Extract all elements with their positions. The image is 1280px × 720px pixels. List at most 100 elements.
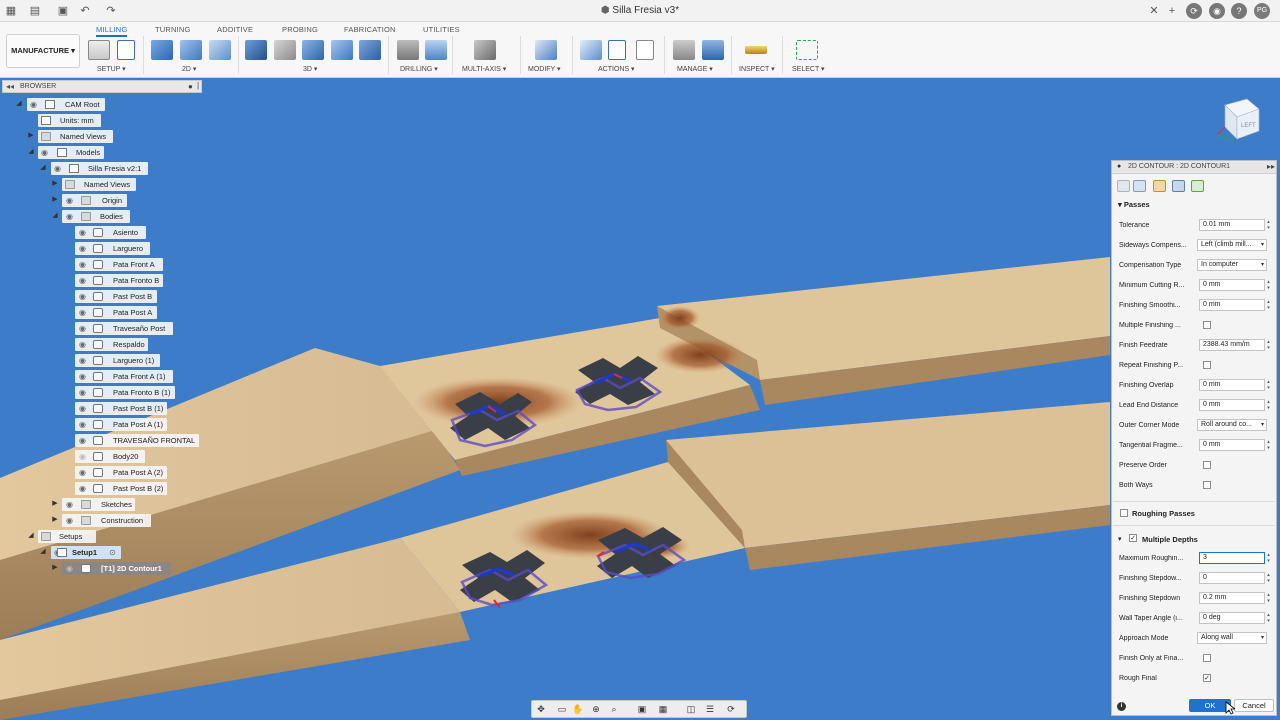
- roughing-passes-checkbox[interactable]: [1120, 509, 1128, 517]
- spinner-icon[interactable]: ▴ ▾: [1266, 612, 1271, 624]
- visibility-eye-icon[interactable]: ◉: [78, 228, 87, 237]
- 3d-pocket-icon[interactable]: [274, 40, 296, 60]
- expand-arrow-icon[interactable]: ▶: [50, 563, 60, 573]
- approach-dropdown[interactable]: Along wall ▾: [1197, 632, 1267, 644]
- tree-node-cam-root[interactable]: ◢ ◉ CAM Root: [0, 98, 210, 111]
- spinner-icon[interactable]: ▴ ▾: [1266, 399, 1271, 411]
- spinner-icon[interactable]: ▴ ▾: [1266, 279, 1271, 291]
- tab-turning[interactable]: TURNING: [155, 25, 191, 34]
- expand-dialog-icon[interactable]: ▸▸: [1267, 162, 1275, 171]
- max-rough-input[interactable]: 3: [1199, 552, 1265, 564]
- collapse-arrow-icon[interactable]: ◢: [14, 99, 24, 109]
- tree-node-b6[interactable]: ◉ Pata Post A: [0, 306, 210, 319]
- collapse-arrow-icon[interactable]: ◢: [26, 531, 36, 541]
- info-icon[interactable]: i: [1117, 702, 1126, 711]
- spinner-icon[interactable]: ▴ ▾: [1266, 339, 1271, 351]
- expand-arrow-icon[interactable]: ▶: [50, 179, 60, 189]
- outer-corner-dropdown[interactable]: Roll around co... ▾: [1197, 419, 1267, 431]
- expand-arrow-icon[interactable]: ▶: [50, 499, 60, 509]
- tree-node-units[interactable]: Units: mm: [0, 114, 210, 127]
- tangential-input[interactable]: 0 mm: [1199, 439, 1265, 451]
- visibility-eye-icon[interactable]: ◉: [78, 340, 87, 349]
- tree-node-b16[interactable]: ◉ Pata Post A (2): [0, 466, 210, 479]
- tree-node-sketches[interactable]: ▶ ◉ Sketches: [0, 498, 210, 511]
- collapse-arrow-icon[interactable]: ◢: [38, 163, 48, 173]
- rough-final-checkbox[interactable]: ✓: [1203, 674, 1211, 682]
- fin-overlap-input[interactable]: 0 mm: [1199, 379, 1265, 391]
- tree-node-setup1[interactable]: ◢◉Setup1⊙: [0, 546, 210, 559]
- finish-only-checkbox[interactable]: [1203, 654, 1211, 662]
- sideways-dropdown[interactable]: Left (climb mill... ▾: [1197, 239, 1267, 251]
- expand-arrow-icon[interactable]: ▶: [26, 131, 36, 141]
- visibility-eye-icon[interactable]: ◉: [78, 404, 87, 413]
- group-label-setup[interactable]: SETUP ▾: [97, 65, 126, 73]
- machine-library-icon[interactable]: [702, 40, 724, 60]
- view-cube[interactable]: LEFT: [1213, 95, 1263, 145]
- group-label-drilling[interactable]: DRILLING ▾: [400, 65, 438, 73]
- group-label-actions[interactable]: ACTIONS ▾: [598, 65, 635, 73]
- grid-settings-icon[interactable]: ▦: [657, 704, 669, 715]
- visibility-eye-icon[interactable]: ◉: [78, 292, 87, 301]
- g-code-icon[interactable]: [117, 40, 135, 60]
- tree-node-setups[interactable]: ◢ Setups: [0, 530, 210, 543]
- look-at-icon[interactable]: ▭: [556, 704, 568, 715]
- tree-node-named-views-2[interactable]: ▶ Named Views: [0, 178, 210, 191]
- both-ways-checkbox[interactable]: [1203, 481, 1211, 489]
- collapse-depths-icon[interactable]: ▾: [1118, 535, 1122, 543]
- workspace-switcher[interactable]: MANUFACTURE ▾: [6, 34, 80, 68]
- visibility-eye-icon[interactable]: ◉: [29, 100, 38, 109]
- tab-fabrication[interactable]: FABRICATION: [344, 25, 396, 34]
- spinner-icon[interactable]: ▴ ▾: [1266, 379, 1271, 391]
- tree-node-origin[interactable]: ▶ ◉ Origin: [0, 194, 210, 207]
- tree-node-named-views[interactable]: ▶ Named Views: [0, 130, 210, 143]
- fit-icon[interactable]: ⌕: [608, 704, 620, 715]
- fin-smooth-input[interactable]: 0 mm: [1199, 299, 1265, 311]
- tab-additive[interactable]: ADDITIVE: [217, 25, 253, 34]
- multi-fin-checkbox[interactable]: [1203, 321, 1211, 329]
- browser-header[interactable]: ◂◂ BROWSER ● |: [2, 80, 202, 93]
- job-status-icon[interactable]: ◉: [1209, 3, 1225, 19]
- 2d-adaptive-icon[interactable]: [151, 40, 173, 60]
- tree-node-b15[interactable]: ◉ Body20: [0, 450, 210, 463]
- tree-node-b7[interactable]: ◉ Travesaño Post: [0, 322, 210, 335]
- group-label-select[interactable]: SELECT ▾: [792, 65, 825, 73]
- visibility-eye-icon[interactable]: ◉: [78, 484, 87, 493]
- fin-feed-input[interactable]: 2388.43 mm/m: [1199, 339, 1265, 351]
- passes-tab-icon[interactable]: [1172, 180, 1185, 192]
- collapse-arrow-icon[interactable]: ◢: [26, 147, 36, 157]
- spinner-icon[interactable]: ▴ ▾: [1266, 219, 1271, 231]
- help-icon[interactable]: ?: [1231, 3, 1247, 19]
- linking-tab-icon[interactable]: [1191, 180, 1204, 192]
- spinner-icon[interactable]: ▴ ▾: [1266, 439, 1271, 451]
- geometry-tab-icon[interactable]: [1133, 180, 1146, 192]
- expand-arrow-icon[interactable]: ▶: [50, 195, 60, 205]
- select-window-icon[interactable]: [796, 40, 818, 60]
- min-cut-input[interactable]: 0 mm: [1199, 279, 1265, 291]
- visibility-eye-icon[interactable]: ◉: [78, 420, 87, 429]
- visibility-eye-icon[interactable]: ◉: [40, 148, 49, 157]
- setup-folder-icon[interactable]: [88, 40, 110, 60]
- activate-setup-icon[interactable]: ⊙: [108, 548, 117, 557]
- visibility-eye-icon[interactable]: ◉: [78, 324, 87, 333]
- 3d-parallel-icon[interactable]: [302, 40, 324, 60]
- 3d-adaptive-icon[interactable]: [245, 40, 267, 60]
- comp-type-dropdown[interactable]: In computer ▾: [1197, 259, 1267, 271]
- tree-node-b8[interactable]: ◉ Respaldo: [0, 338, 210, 351]
- tab-milling[interactable]: MILLING: [96, 25, 128, 37]
- tool-tab-icon[interactable]: [1117, 180, 1130, 192]
- group-label-manage[interactable]: MANAGE ▾: [677, 65, 713, 73]
- spinner-icon[interactable]: ▴ ▾: [1266, 592, 1271, 604]
- close-tab-icon[interactable]: ✕: [1147, 4, 1161, 18]
- tree-node-b3[interactable]: ◉ Pata Front A: [0, 258, 210, 271]
- tree-node-construction[interactable]: ▶ ◉ Construction: [0, 514, 210, 527]
- visibility-eye-icon[interactable]: ◉: [78, 244, 87, 253]
- collapse-arrow-icon[interactable]: ◢: [38, 547, 48, 557]
- user-avatar[interactable]: PG: [1254, 3, 1270, 19]
- cancel-button[interactable]: Cancel: [1234, 699, 1274, 712]
- tree-node-b13[interactable]: ◉ Pata Post A (1): [0, 418, 210, 431]
- tool-library-icon[interactable]: [673, 40, 695, 60]
- zoom-icon[interactable]: ⊕: [590, 704, 602, 715]
- tree-node-b1[interactable]: ◉ Asiento: [0, 226, 210, 239]
- tree-node-b17[interactable]: ◉ Past Post B (2): [0, 482, 210, 495]
- visibility-eye-icon[interactable]: ◉: [78, 372, 87, 381]
